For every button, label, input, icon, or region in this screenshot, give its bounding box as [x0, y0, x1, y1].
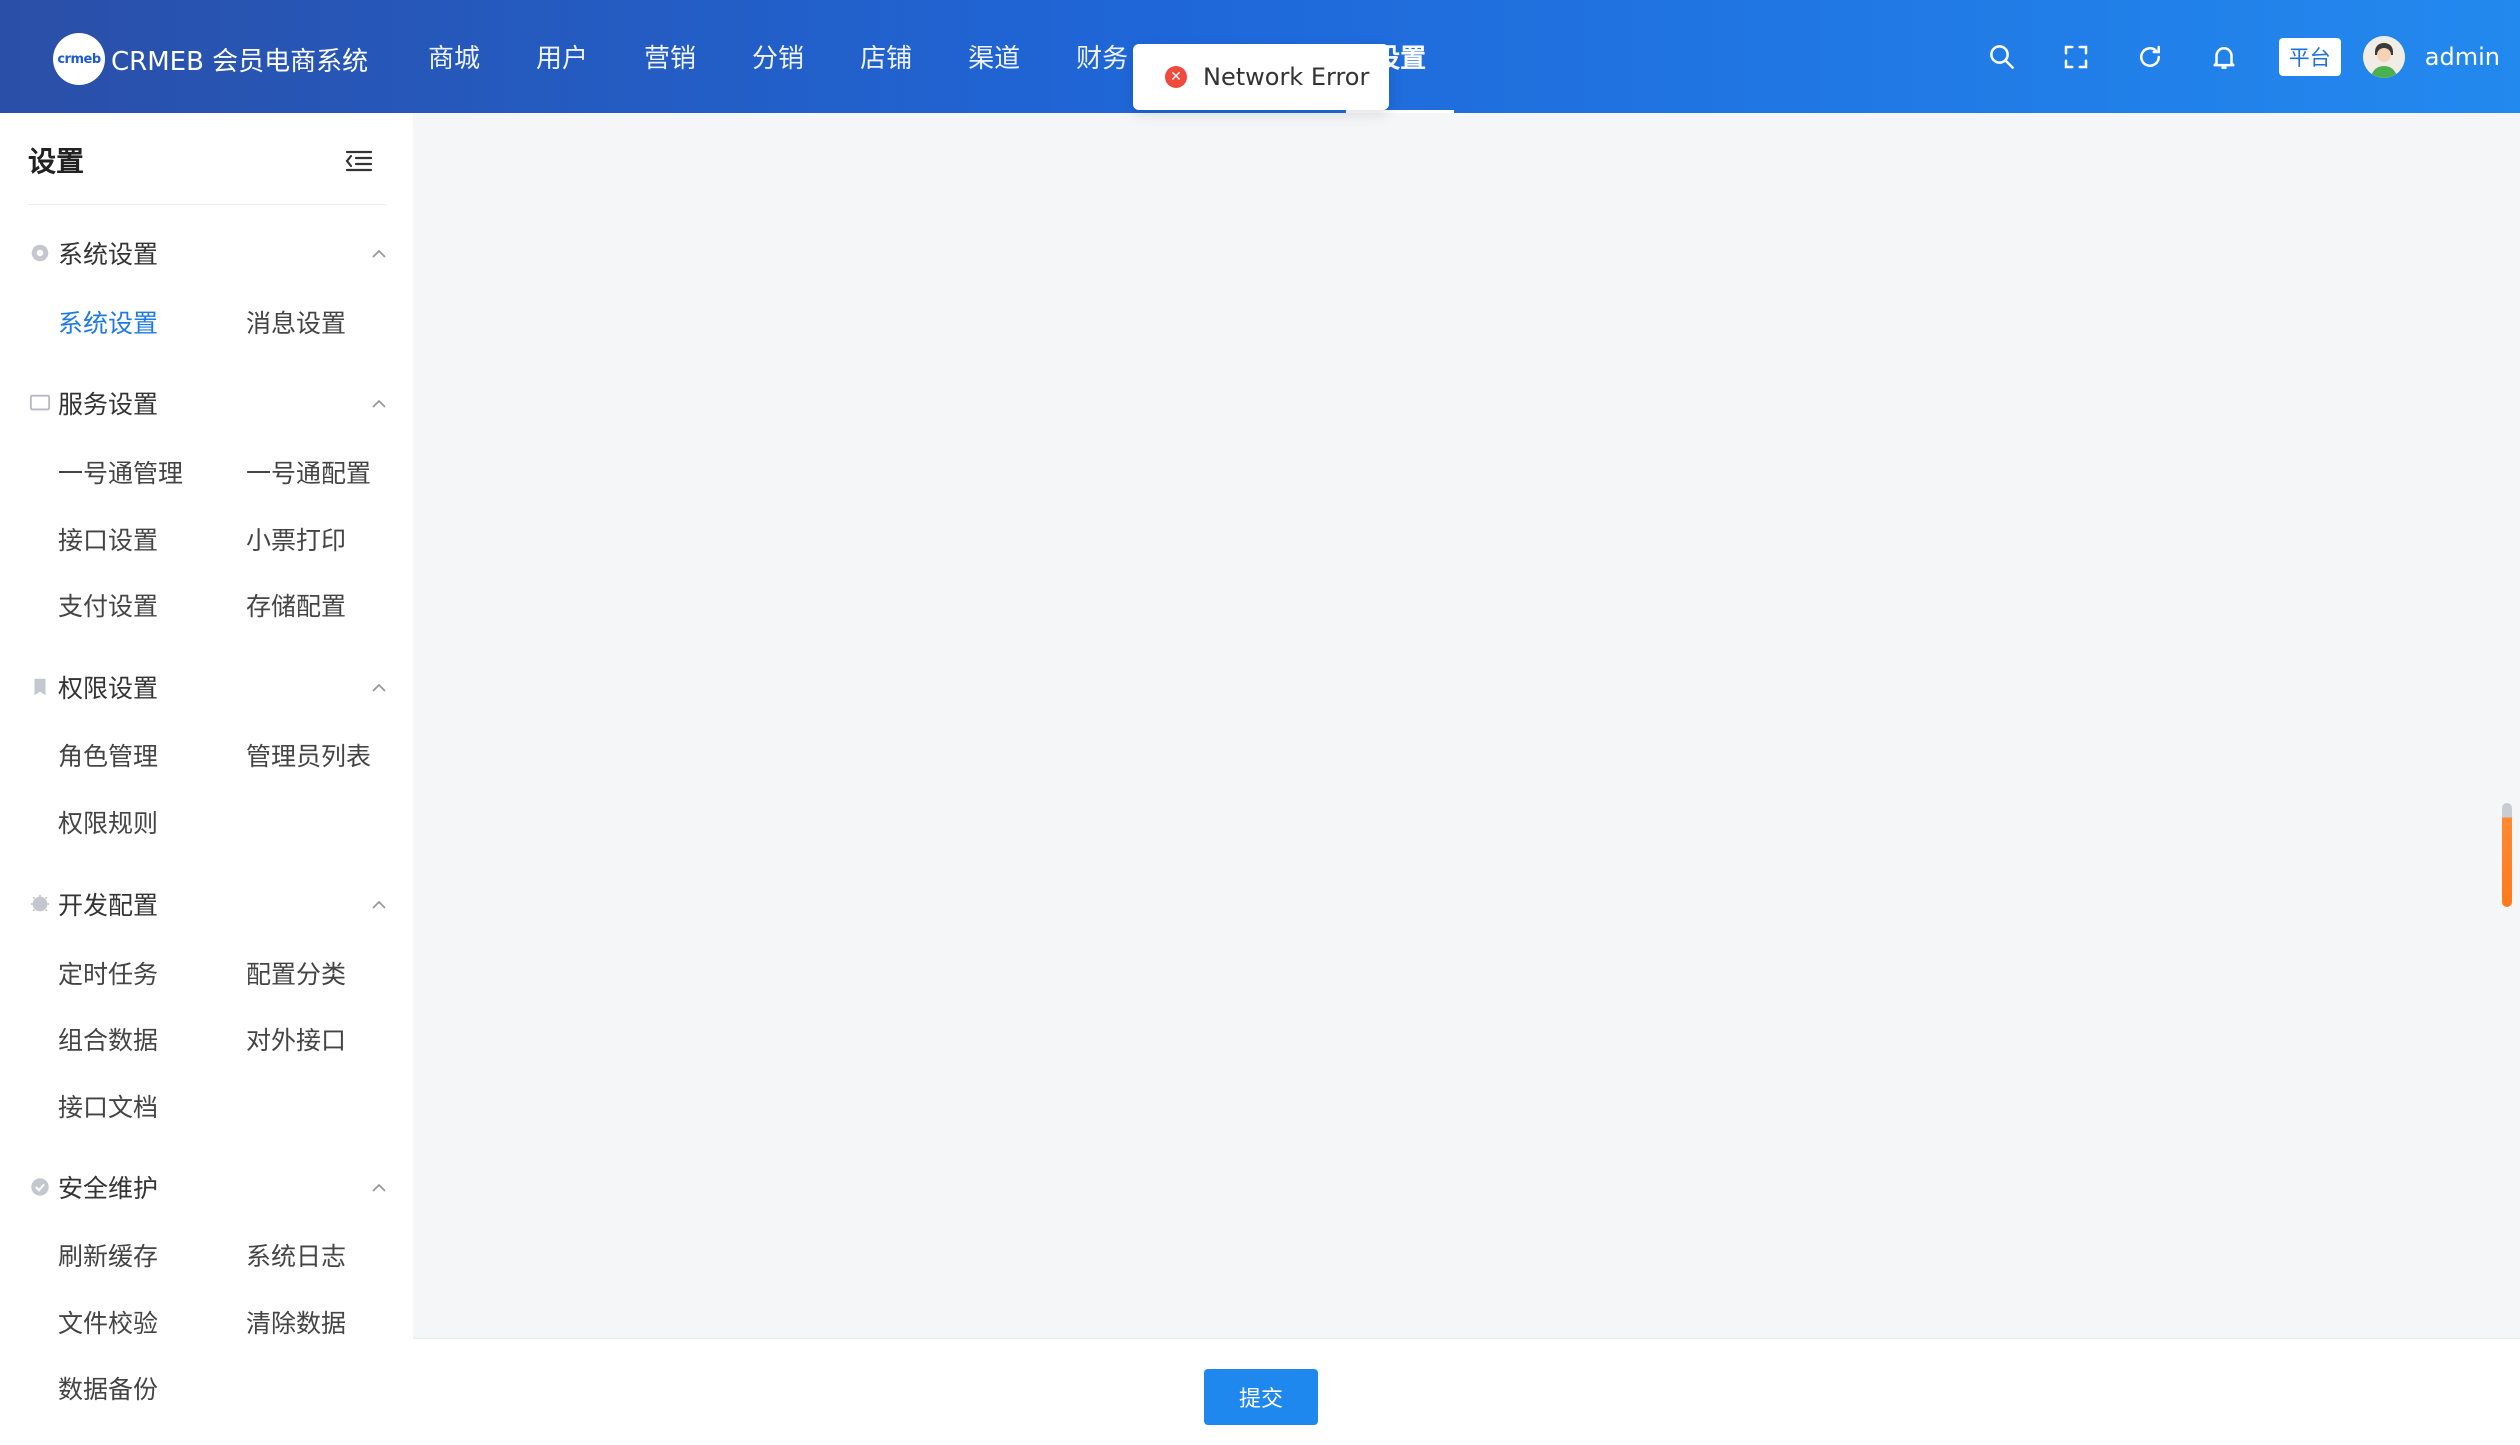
user-name[interactable]: admin — [2425, 43, 2500, 71]
sidebar-title: 设置 — [28, 145, 85, 178]
main-content — [413, 113, 2520, 1338]
menu-group-label: 系统设置 — [58, 240, 159, 269]
menu-item-refresh-cache[interactable]: 刷新缓存 — [58, 1237, 158, 1273]
menu-item-combined-data[interactable]: 组合数据 — [58, 1021, 158, 1057]
nav-item-distribution[interactable]: 分销 — [724, 0, 832, 113]
menu-item-system-settings[interactable]: 系统设置 — [58, 304, 158, 340]
chevron-up-icon[interactable] — [370, 1179, 388, 1197]
nav-item-store[interactable]: 店铺 — [832, 0, 940, 113]
toast-message: Network Error — [1203, 63, 1370, 91]
menu-group-system-settings[interactable]: 系统设置 — [28, 233, 388, 273]
bell-icon[interactable] — [2204, 37, 2244, 77]
menu-item-permission-rules[interactable]: 权限规则 — [58, 804, 158, 840]
bug-icon — [28, 892, 52, 916]
bookmark-icon — [28, 675, 52, 699]
menu-item-file-verify[interactable]: 文件校验 — [58, 1304, 158, 1340]
submit-button[interactable]: 提交 — [1204, 1369, 1318, 1425]
brand[interactable]: crmeb CRMEB 会员电商系统 — [53, 33, 368, 85]
nav-item-user[interactable]: 用户 — [508, 0, 616, 113]
menu-group-service-settings[interactable]: 服务设置 — [28, 383, 388, 423]
menu-item-role-manage[interactable]: 角色管理 — [58, 737, 158, 773]
fullscreen-icon[interactable] — [2056, 37, 2096, 77]
menu-item-api-settings[interactable]: 接口设置 — [58, 521, 158, 557]
check-circle-icon — [28, 1175, 52, 1199]
menu-group-label: 权限设置 — [58, 674, 159, 703]
chevron-up-icon[interactable] — [370, 395, 388, 413]
nav-item-mall[interactable]: 商城 — [400, 0, 508, 113]
avatar[interactable] — [2362, 35, 2405, 78]
menu-group-security[interactable]: 安全维护 — [28, 1167, 388, 1207]
close-circle-icon: ✕ — [1165, 66, 1187, 88]
gear-icon — [28, 241, 52, 265]
menu-group-dev-config[interactable]: 开发配置 — [28, 884, 388, 924]
menu-item-payment-settings[interactable]: 支付设置 — [58, 587, 158, 623]
menu-group-label: 服务设置 — [58, 390, 159, 419]
menu-item-external-api[interactable]: 对外接口 — [246, 1021, 346, 1057]
scrollbar-thumb[interactable] — [2502, 803, 2512, 907]
menu-item-data-backup[interactable]: 数据备份 — [58, 1370, 158, 1406]
error-toast: ✕ Network Error — [1133, 44, 1389, 110]
menu-item-api-docs[interactable]: 接口文档 — [58, 1088, 158, 1124]
header-toolbar: 平台 admin — [1965, 0, 2520, 113]
search-icon[interactable] — [1982, 37, 2022, 77]
menu-item-system-log[interactable]: 系统日志 — [246, 1237, 346, 1273]
menu-collapse-icon[interactable] — [344, 147, 374, 175]
chevron-up-icon[interactable] — [370, 896, 388, 914]
menu-item-config-category[interactable]: 配置分类 — [246, 955, 346, 991]
sidebar-divider — [28, 204, 386, 205]
sidebar-header: 设置 — [0, 113, 413, 205]
menu-group-label: 安全维护 — [58, 1174, 159, 1203]
menu-item-admin-list[interactable]: 管理员列表 — [246, 737, 371, 773]
menu-item-storage-config[interactable]: 存储配置 — [246, 587, 346, 623]
menu-group-permission-settings[interactable]: 权限设置 — [28, 667, 388, 707]
chevron-up-icon[interactable] — [370, 245, 388, 263]
menu-item-cron-tasks[interactable]: 定时任务 — [58, 955, 158, 991]
menu-item-receipt-print[interactable]: 小票打印 — [246, 521, 346, 557]
nav-item-channel[interactable]: 渠道 — [940, 0, 1048, 113]
menu-item-yht-config[interactable]: 一号通配置 — [246, 454, 371, 490]
menu-item-yht-manage[interactable]: 一号通管理 — [58, 454, 183, 490]
brand-name: CRMEB 会员电商系统 — [111, 46, 369, 77]
monitor-icon — [28, 391, 52, 415]
refresh-icon[interactable] — [2130, 37, 2170, 77]
menu-item-clear-data[interactable]: 清除数据 — [246, 1304, 346, 1340]
brand-logo: crmeb — [53, 33, 105, 85]
footer-action-bar: 提交 — [413, 1338, 2520, 1445]
menu-group-label: 开发配置 — [58, 891, 159, 920]
menu-item-message-settings[interactable]: 消息设置 — [246, 304, 346, 340]
platform-badge[interactable]: 平台 — [2278, 37, 2341, 76]
sidebar: 设置 系统设置 系统设置 消息设置 服务设置 一号通管理 一号通配置 接口设置 … — [0, 113, 413, 1445]
chevron-up-icon[interactable] — [370, 679, 388, 697]
nav-item-marketing[interactable]: 营销 — [616, 0, 724, 113]
